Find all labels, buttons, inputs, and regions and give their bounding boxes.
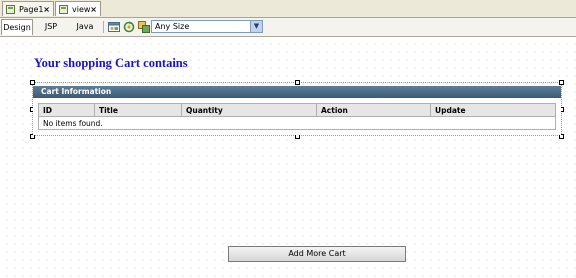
designer-toolbar: Design JSP Java Any Size ▼ xyxy=(0,18,576,37)
target-size-select[interactable]: Any Size ▼ xyxy=(151,20,263,33)
cart-table: ID Title Quantity Action Update No items… xyxy=(38,103,556,130)
close-icon[interactable]: × xyxy=(90,2,97,17)
add-more-cart-button[interactable]: Add More Cart xyxy=(228,246,406,262)
table-row: No items found. xyxy=(38,116,556,130)
page-icon xyxy=(6,5,15,14)
design-canvas[interactable]: Your shopping Cart contains Cart Informa… xyxy=(0,37,576,278)
preview-icon[interactable] xyxy=(108,21,120,33)
editor-tab-strip: Page1 × view × xyxy=(0,0,576,18)
page-title[interactable]: Your shopping Cart contains xyxy=(34,56,188,71)
target-browser-icon[interactable] xyxy=(138,21,150,33)
table-header-row: ID Title Quantity Action Update xyxy=(38,103,556,117)
resize-handle-n[interactable] xyxy=(295,80,300,85)
editor-tab-label: view xyxy=(72,5,91,14)
tab-jsp[interactable]: JSP xyxy=(36,19,66,35)
panel-header: Cart Information xyxy=(33,86,561,98)
tab-design[interactable]: Design xyxy=(1,19,33,35)
cart-information-panel[interactable]: Cart Information ID Title Quantity Actio… xyxy=(33,86,561,135)
empty-table-message: No items found. xyxy=(38,116,556,130)
column-header-title[interactable]: Title xyxy=(94,103,182,117)
column-header-quantity[interactable]: Quantity xyxy=(181,103,317,117)
close-icon[interactable]: × xyxy=(43,2,50,17)
page-icon xyxy=(59,5,68,14)
editor-tab-page1[interactable]: Page1 × xyxy=(2,1,54,16)
tab-java[interactable]: Java xyxy=(70,19,100,35)
editor-tab-view[interactable]: view × xyxy=(55,1,101,16)
column-header-update[interactable]: Update xyxy=(430,103,556,117)
resize-handle-nw[interactable] xyxy=(30,80,35,85)
resize-handle-ne[interactable] xyxy=(559,80,564,85)
toolbar-separator xyxy=(103,21,104,33)
column-header-id[interactable]: ID xyxy=(38,103,95,117)
size-select-value: Any Size xyxy=(155,22,190,31)
editor-tab-label: Page1 xyxy=(19,5,44,14)
chevron-down-icon[interactable]: ▼ xyxy=(250,21,262,32)
refresh-icon[interactable] xyxy=(123,21,135,33)
column-header-action[interactable]: Action xyxy=(316,103,431,117)
